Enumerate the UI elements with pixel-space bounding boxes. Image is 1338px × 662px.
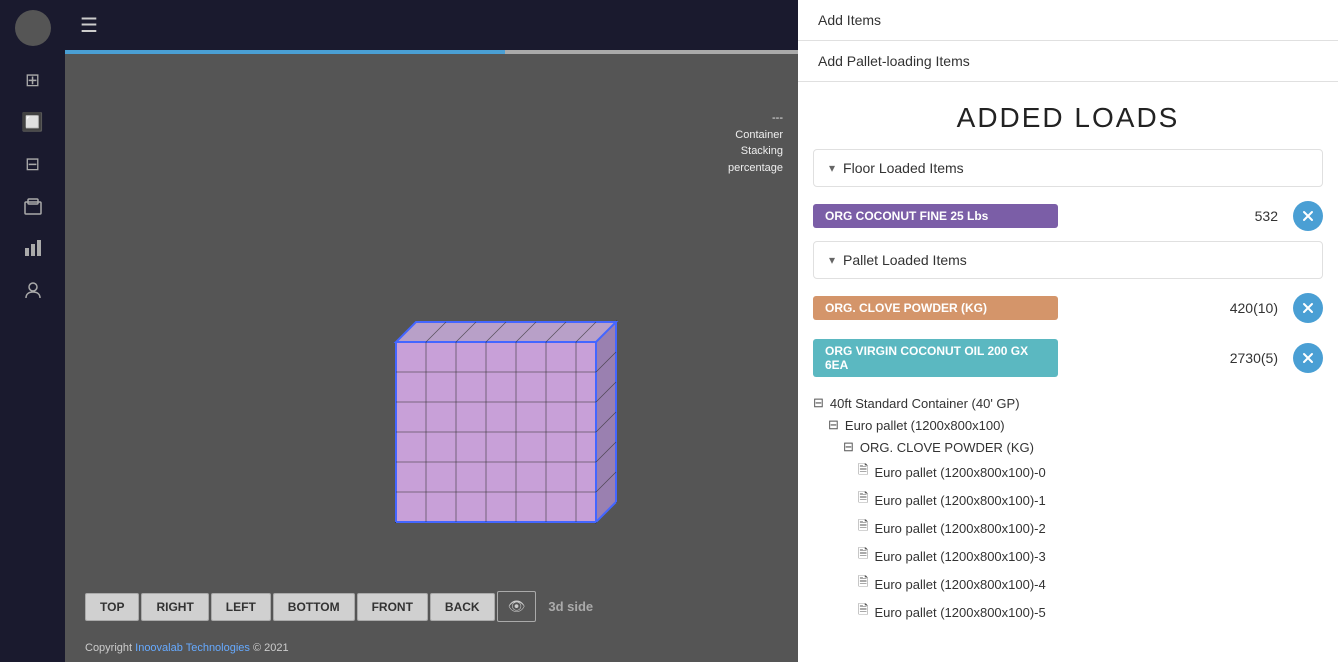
info-line-4: percentage: [728, 160, 783, 177]
tab-left[interactable]: LEFT: [211, 593, 271, 621]
pallet-item-delete-0[interactable]: [1293, 293, 1323, 323]
floor-loaded-chevron: ▾: [829, 161, 835, 175]
tab-front[interactable]: FRONT: [357, 593, 428, 621]
tree-file-icon-0: 🗎: [858, 461, 868, 483]
progress-bar: [65, 50, 798, 54]
sidebar-icon-menu[interactable]: ⊞: [15, 62, 51, 98]
tab-right[interactable]: RIGHT: [141, 593, 208, 621]
floor-item-delete-0[interactable]: [1293, 201, 1323, 231]
tree-level2-0[interactable]: ⊟ ORG. CLOVE POWDER (KG): [813, 436, 1323, 458]
tab-3d[interactable]: 3d side: [538, 593, 603, 620]
tree-file-icon-1: 🗎: [858, 489, 868, 511]
tree-file-icon-5: 🗎: [858, 601, 868, 623]
pallet-item-delete-1[interactable]: [1293, 343, 1323, 373]
tree-leaf-2[interactable]: 🗎 Euro pallet (1200x800x100)-2: [813, 514, 1323, 542]
top-bar: ☰: [65, 0, 798, 50]
sidebar-icon-flip[interactable]: 🔲: [15, 104, 51, 140]
tree-leaf-label-4: Euro pallet (1200x800x100)-4: [874, 577, 1045, 592]
tree-level2-label: ORG. CLOVE POWDER (KG): [860, 440, 1034, 455]
pallet-loaded-label: Pallet Loaded Items: [843, 252, 967, 268]
pallet-item-row-0: ORG. CLOVE POWDER (KG) 420(10): [798, 287, 1338, 329]
sidebar-icon-user[interactable]: [15, 272, 51, 308]
tree-file-icon-2: 🗎: [858, 517, 868, 539]
pallet-loaded-section-header[interactable]: ▾ Pallet Loaded Items: [813, 241, 1323, 279]
tree-leaf-label-0: Euro pallet (1200x800x100)-0: [874, 465, 1045, 480]
floor-loaded-section-header[interactable]: ▾ Floor Loaded Items: [813, 149, 1323, 187]
tree-level1-0[interactable]: ⊟ Euro pallet (1200x800x100): [813, 414, 1323, 436]
tree-leaf-label-5: Euro pallet (1200x800x100)-5: [874, 605, 1045, 620]
copyright-prefix: Copyright: [85, 642, 135, 654]
viewport: --- Container Stacking percentage TOP RI…: [65, 50, 798, 662]
tree-root-label: 40ft Standard Container (40' GP): [830, 396, 1020, 411]
pallet-item-badge-0: ORG. CLOVE POWDER (KG): [813, 296, 1058, 320]
tab-back[interactable]: BACK: [430, 593, 495, 621]
pallet-item-count-0: 420(10): [1058, 300, 1294, 316]
viewport-info: --- Container Stacking percentage: [728, 110, 783, 176]
main-area: ☰ --- Container Stacking percentage TOP …: [65, 0, 798, 662]
tree-minus-icon: ⊟: [813, 395, 824, 411]
tree-level1-label: Euro pallet (1200x800x100): [845, 418, 1005, 433]
add-items-menu[interactable]: Add Items: [798, 0, 1338, 41]
added-loads-title: ADDED LOADS: [798, 82, 1338, 149]
info-line-2: Container: [728, 127, 783, 144]
copyright: Copyright Inoovalab Technologies © 2021: [85, 642, 289, 654]
hamburger-icon[interactable]: ☰: [80, 13, 98, 38]
tab-bottom[interactable]: BOTTOM: [273, 593, 355, 621]
sidebar-icon-chart[interactable]: [15, 230, 51, 266]
tree-leaf-5[interactable]: 🗎 Euro pallet (1200x800x100)-5: [813, 598, 1323, 626]
eye-toggle[interactable]: 👁: [497, 591, 537, 622]
tree-minus-icon-l2: ⊟: [843, 439, 854, 455]
tree-section: ⊟ 40ft Standard Container (40' GP) ⊟ Eur…: [798, 387, 1338, 631]
tree-minus-icon-l1: ⊟: [828, 417, 839, 433]
sidebar: ⊞ 🔲 ⊟: [0, 0, 65, 662]
add-pallet-items-menu[interactable]: Add Pallet-loading Items: [798, 41, 1338, 82]
pallet-loaded-chevron: ▾: [829, 253, 835, 267]
floor-item-badge-0: ORG COCONUT FINE 25 Lbs: [813, 204, 1058, 228]
avatar: [15, 10, 51, 46]
tree-leaf-label-2: Euro pallet (1200x800x100)-2: [874, 521, 1045, 536]
pallet-item-row-1: ORG VIRGIN COCONUT OIL 200 GX 6EA 2730(5…: [798, 333, 1338, 383]
tree-root[interactable]: ⊟ 40ft Standard Container (40' GP): [813, 392, 1323, 414]
floor-item-row-0: ORG COCONUT FINE 25 Lbs 532: [798, 195, 1338, 237]
info-line-1: ---: [728, 110, 783, 127]
tree-leaf-label-3: Euro pallet (1200x800x100)-3: [874, 549, 1045, 564]
tree-leaf-4[interactable]: 🗎 Euro pallet (1200x800x100)-4: [813, 570, 1323, 598]
floor-item-count-0: 532: [1058, 208, 1294, 224]
tab-top[interactable]: TOP: [85, 593, 139, 621]
tree-leaf-label-1: Euro pallet (1200x800x100)-1: [874, 493, 1045, 508]
copyright-link[interactable]: Inoovalab Technologies: [135, 642, 250, 654]
tree-leaf-3[interactable]: 🗎 Euro pallet (1200x800x100)-3: [813, 542, 1323, 570]
info-line-3: Stacking: [728, 143, 783, 160]
sidebar-icon-grid[interactable]: ⊟: [15, 146, 51, 182]
sidebar-icon-box[interactable]: [15, 188, 51, 224]
view-tabs: TOP RIGHT LEFT BOTTOM FRONT BACK 👁 3d si…: [85, 591, 603, 622]
pallet-item-count-1: 2730(5): [1058, 350, 1294, 366]
tree-file-icon-3: 🗎: [858, 545, 868, 567]
tree-leaf-1[interactable]: 🗎 Euro pallet (1200x800x100)-1: [813, 486, 1323, 514]
floor-loaded-label: Floor Loaded Items: [843, 160, 964, 176]
right-panel: Add Items Add Pallet-loading Items ADDED…: [798, 0, 1338, 662]
tree-file-icon-4: 🗎: [858, 573, 868, 595]
copyright-suffix: © 2021: [250, 642, 289, 654]
container-3d-visualization: [336, 302, 656, 582]
tree-leaf-0[interactable]: 🗎 Euro pallet (1200x800x100)-0: [813, 458, 1323, 486]
pallet-item-badge-1: ORG VIRGIN COCONUT OIL 200 GX 6EA: [813, 339, 1058, 377]
